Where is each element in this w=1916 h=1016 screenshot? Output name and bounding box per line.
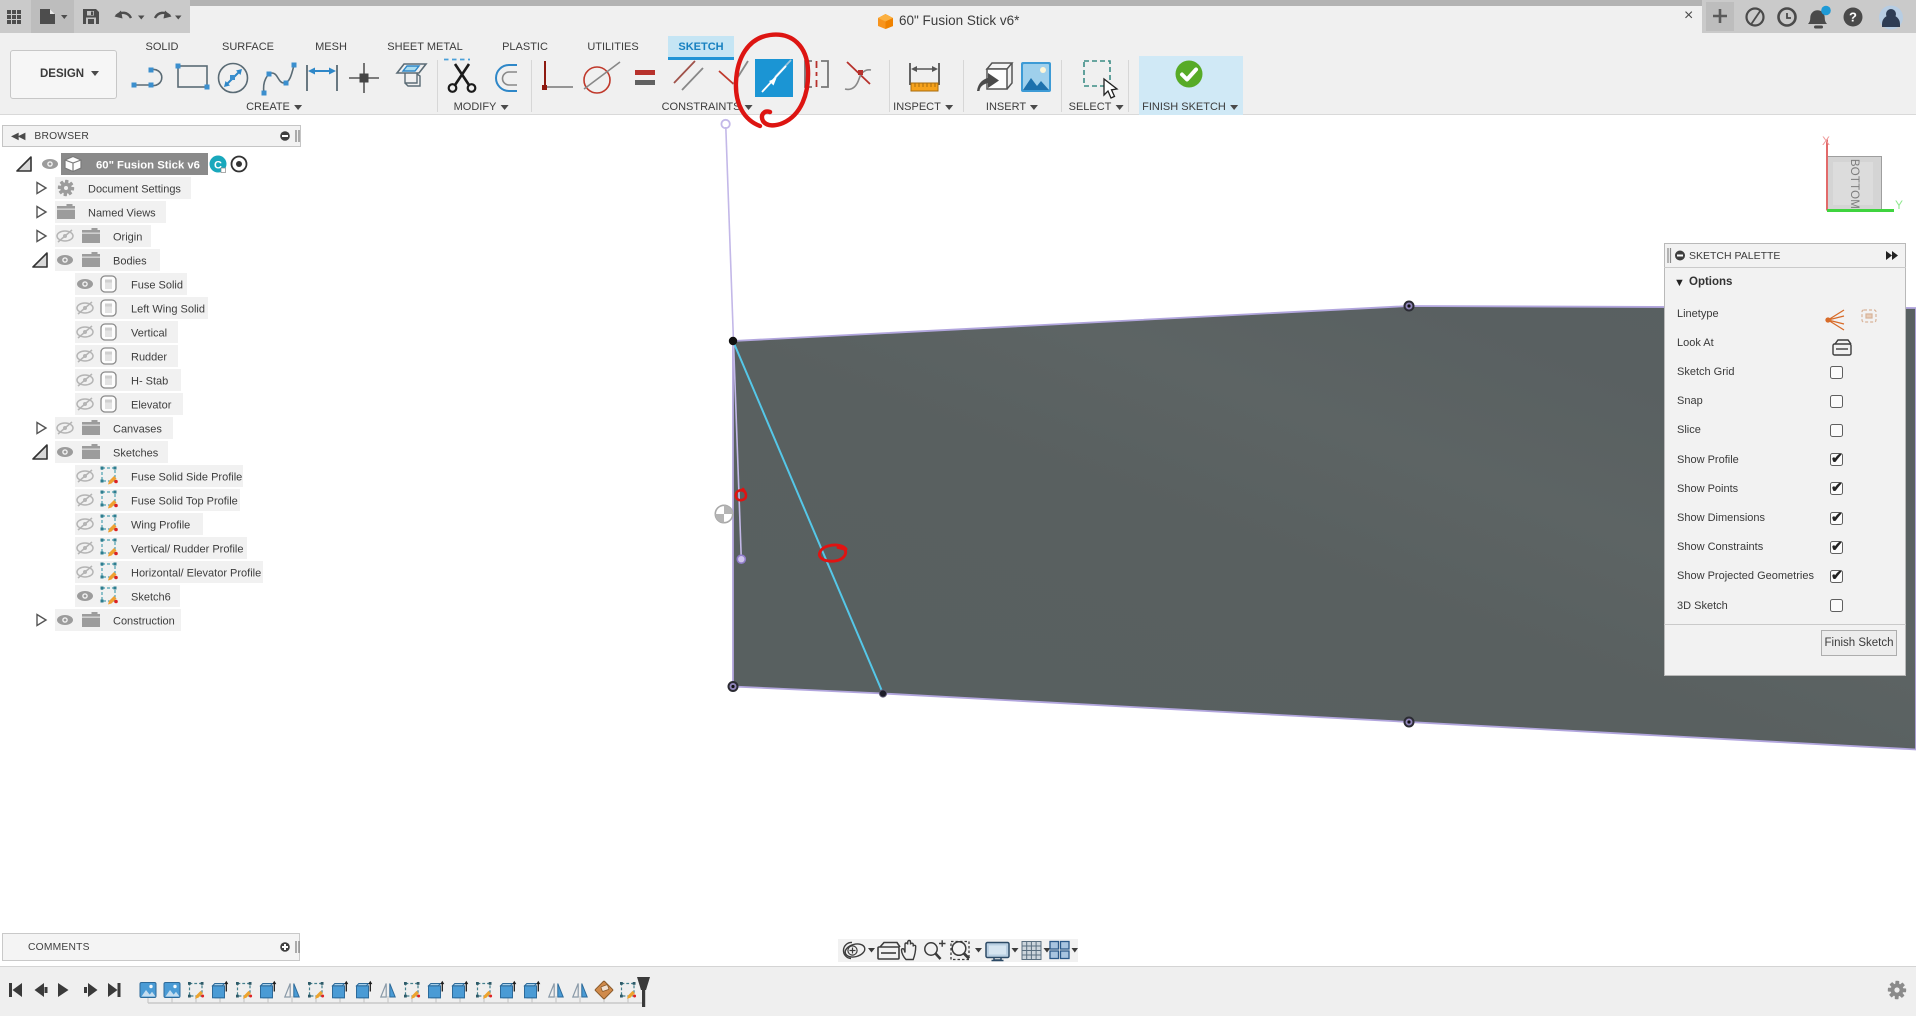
svg-text:Horizontal/ Elevator Profile: Horizontal/ Elevator Profile: [131, 568, 261, 580]
svg-text:Y: Y: [1895, 198, 1903, 212]
svg-text:Elevator: Elevator: [131, 400, 172, 412]
svg-text:X: X: [1822, 134, 1830, 148]
svg-text:Sketch6: Sketch6: [131, 592, 171, 604]
svg-text:Document Settings: Document Settings: [88, 184, 181, 196]
svg-text:Fuse Solid: Fuse Solid: [131, 280, 183, 292]
svg-text:Construction: Construction: [113, 616, 175, 628]
svg-text:60" Fusion Stick v6: 60" Fusion Stick v6: [96, 160, 200, 172]
svg-text:Fuse Solid Side Profile: Fuse Solid Side Profile: [131, 472, 242, 484]
svg-text:Canvases: Canvases: [113, 424, 162, 436]
svg-text:Vertical/ Rudder Profile: Vertical/ Rudder Profile: [131, 544, 244, 556]
svg-text:Named Views: Named Views: [88, 208, 156, 220]
svg-text:Left Wing Solid: Left Wing Solid: [131, 304, 205, 316]
svg-text:Wing Profile: Wing Profile: [131, 520, 190, 532]
svg-text:Vertical: Vertical: [131, 328, 167, 340]
svg-text:Origin: Origin: [113, 232, 142, 244]
svg-text:Fuse Solid Top Profile: Fuse Solid Top Profile: [131, 496, 238, 508]
svg-text:Bodies: Bodies: [113, 256, 147, 268]
svg-text:?: ?: [1849, 10, 1857, 25]
svg-text:Rudder: Rudder: [131, 352, 167, 364]
svg-text:Sketches: Sketches: [113, 448, 159, 460]
svg-text:H- Stab: H- Stab: [131, 376, 168, 388]
